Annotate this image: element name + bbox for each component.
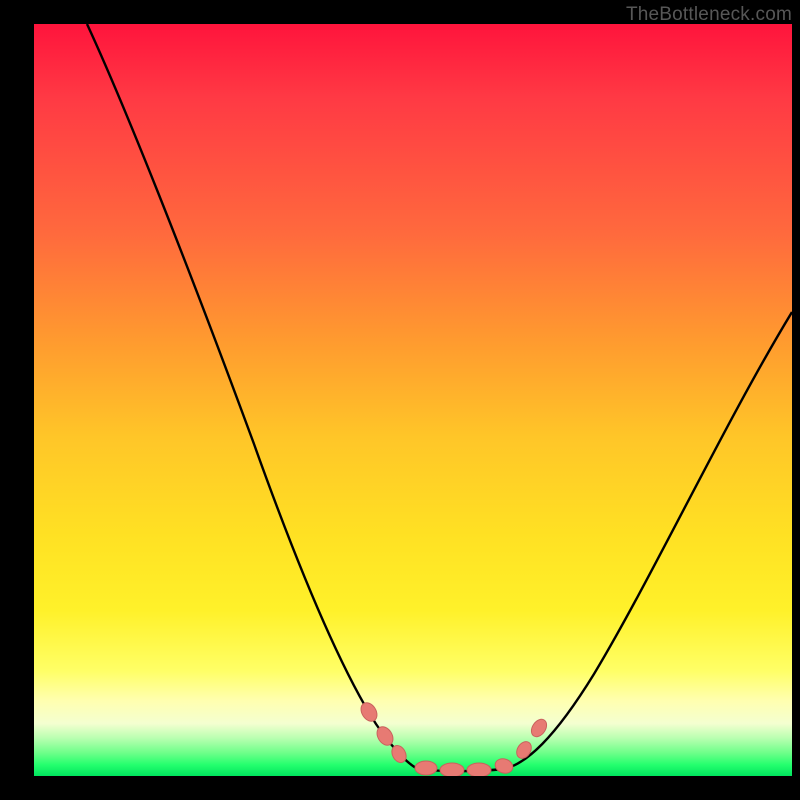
marker-dot (528, 716, 549, 739)
marker-dot (415, 761, 437, 775)
curve-flat-bottom (416, 768, 504, 771)
marker-dot (358, 700, 380, 724)
marker-dot (374, 724, 396, 748)
marker-dot (514, 739, 535, 761)
curve-left-branch (87, 24, 416, 768)
attribution-watermark: TheBottleneck.com (626, 4, 792, 26)
curve-right-branch (504, 312, 792, 769)
chart-frame: TheBottleneck.com (0, 0, 800, 800)
marker-dot (467, 763, 491, 776)
curve-markers (358, 700, 550, 776)
bottleneck-curve (34, 24, 792, 776)
chart-plot-area (34, 24, 792, 776)
marker-dot (493, 757, 514, 776)
marker-dot (389, 743, 409, 765)
marker-dot (440, 763, 464, 776)
